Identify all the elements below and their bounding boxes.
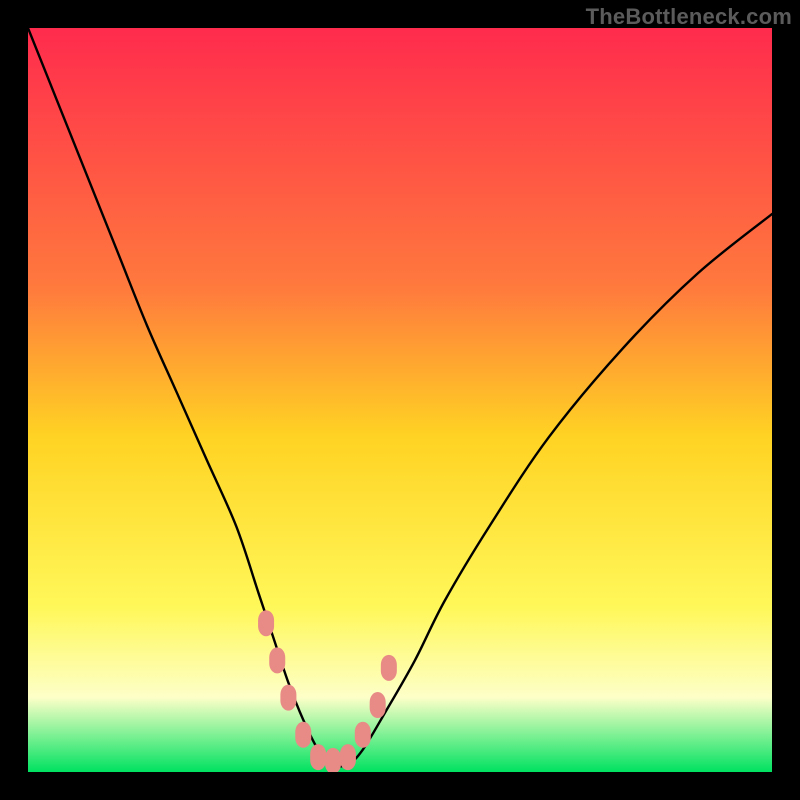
highlight-marker xyxy=(258,610,274,636)
highlight-marker xyxy=(280,685,296,711)
highlight-marker xyxy=(381,655,397,681)
highlight-marker xyxy=(340,744,356,770)
watermark-text: TheBottleneck.com xyxy=(586,4,792,30)
highlight-marker xyxy=(325,748,341,772)
highlight-marker xyxy=(310,744,326,770)
highlight-marker xyxy=(295,722,311,748)
highlight-marker xyxy=(370,692,386,718)
gradient-background xyxy=(28,28,772,772)
highlight-marker xyxy=(355,722,371,748)
plot-area xyxy=(28,28,772,772)
highlight-marker xyxy=(269,647,285,673)
bottleneck-chart xyxy=(28,28,772,772)
outer-frame: TheBottleneck.com xyxy=(0,0,800,800)
